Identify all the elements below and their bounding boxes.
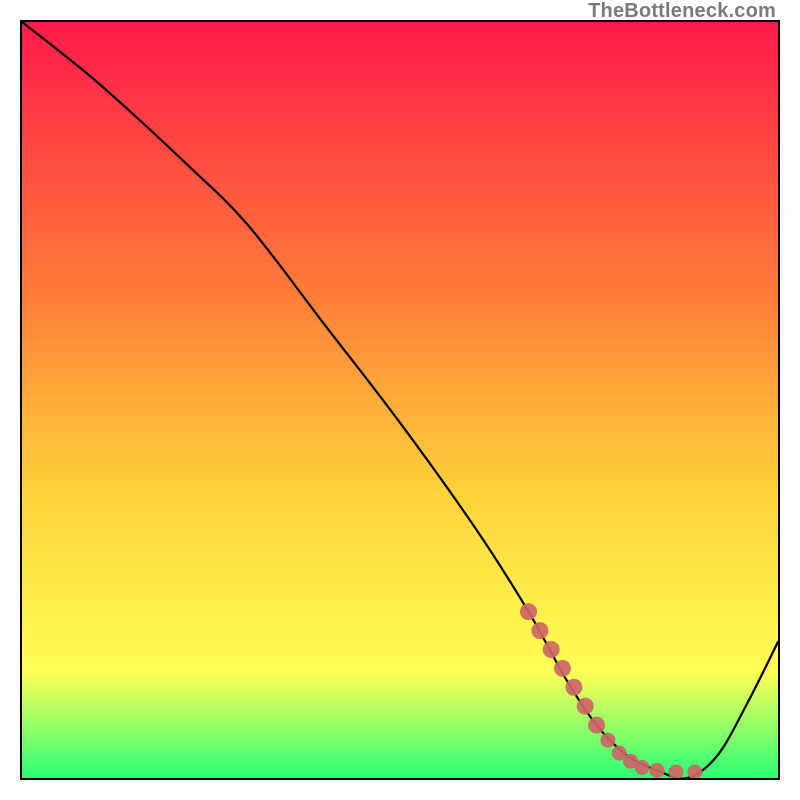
highlight-dot bbox=[565, 679, 582, 696]
highlight-dot bbox=[520, 603, 537, 620]
highlight-dot bbox=[531, 622, 548, 639]
highlight-dot bbox=[543, 641, 560, 658]
highlight-dot bbox=[600, 733, 615, 748]
highlight-dot bbox=[577, 698, 594, 715]
chart-background-gradient bbox=[22, 22, 778, 778]
highlight-dot bbox=[588, 717, 605, 734]
highlight-dot bbox=[650, 763, 665, 778]
chart-canvas bbox=[22, 22, 778, 778]
highlight-dot bbox=[554, 660, 571, 677]
highlight-dot bbox=[634, 760, 649, 775]
